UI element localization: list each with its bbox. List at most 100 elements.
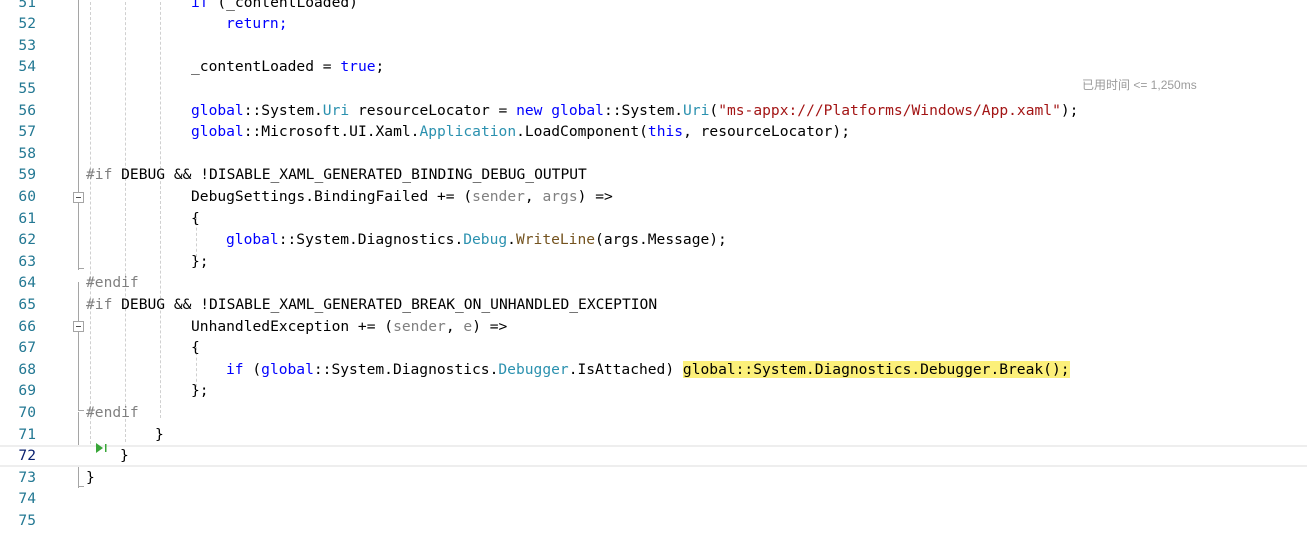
code-line: 69 }; <box>0 380 1307 402</box>
preprocessor-directive: #if <box>86 166 113 184</box>
run-to-cursor-icon[interactable] <box>94 442 110 454</box>
code-text: } <box>120 447 129 465</box>
code-line: 52 return; <box>0 13 1307 35</box>
method-token: WriteLine <box>515 231 596 249</box>
parameter-token: args <box>542 187 578 205</box>
line-number: 69 <box>18 382 36 400</box>
code-token: UnhandledException += ( <box>191 317 394 335</box>
line-number: 58 <box>18 144 36 162</box>
parameter-token: sender <box>472 187 525 205</box>
code-text: }; <box>191 382 209 400</box>
next-statement-highlight[interactable]: global::System.Diagnostics.Debugger.Brea… <box>682 360 1070 378</box>
keyword: true <box>340 58 376 76</box>
code-text: if (global::System.Diagnostics.Debugger.… <box>226 359 1070 381</box>
code-token: , <box>445 317 464 335</box>
line-number: 67 <box>18 339 36 357</box>
preprocessor-directive: #endif <box>86 274 139 292</box>
line-number: 51 <box>18 0 36 11</box>
line-number: 62 <box>18 231 36 249</box>
code-token: ::Microsoft.UI.Xaml. <box>243 123 420 141</box>
code-line: 57 global::Microsoft.UI.Xaml.Application… <box>0 121 1307 143</box>
line-number: 74 <box>18 490 36 508</box>
line-number: 53 <box>18 36 36 54</box>
code-line: 66 UnhandledException += (sender, e) => <box>0 316 1307 338</box>
code-token: DEBUG && !DISABLE_XAML_GENERATED_BREAK_O… <box>112 295 658 313</box>
keyword: if <box>226 360 244 378</box>
code-line: 53 <box>0 35 1307 57</box>
line-number: 73 <box>18 468 36 486</box>
code-text: global::Microsoft.UI.Xaml.Application.Lo… <box>191 121 850 143</box>
line-number: 59 <box>18 166 36 184</box>
keyword: global <box>191 123 244 141</box>
code-line: 60 DebugSettings.BindingFailed += (sende… <box>0 186 1307 208</box>
code-line: 58 <box>0 143 1307 165</box>
type-token: Application <box>419 123 517 141</box>
code-line: 63 }; <box>0 251 1307 273</box>
code-token: ) => <box>472 317 508 335</box>
code-token: resourceLocator = <box>349 101 517 119</box>
keyword: new <box>516 101 543 119</box>
keyword: global <box>191 101 244 119</box>
code-line: 68 if (global::System.Diagnostics.Debugg… <box>0 359 1307 381</box>
code-token: ::System.Diagnostics. <box>313 360 499 378</box>
code-token: ( <box>243 360 262 378</box>
line-number: 63 <box>18 252 36 270</box>
code-text: global::System.Uri resourceLocator = new… <box>191 100 1078 122</box>
code-line: 67 { <box>0 337 1307 359</box>
code-line: 51 if (_contentLoaded) <box>0 0 1307 13</box>
code-token: ) => <box>577 187 613 205</box>
line-number: 54 <box>18 58 36 76</box>
code-text: #if DEBUG && !DISABLE_XAML_GENERATED_BRE… <box>86 294 657 316</box>
code-text: if (_contentLoaded) <box>191 0 358 13</box>
keyword: this <box>647 123 684 141</box>
keyword: global <box>261 360 314 378</box>
code-line: 74 <box>0 488 1307 510</box>
line-number: 70 <box>18 403 36 421</box>
keyword: if <box>191 0 209 11</box>
line-number: 68 <box>18 360 36 378</box>
code-text: { <box>191 339 200 357</box>
code-line: 75 <box>0 510 1307 532</box>
line-number: 61 <box>18 209 36 227</box>
code-token: . <box>507 231 516 249</box>
keyword: global <box>551 101 604 119</box>
line-number: 71 <box>18 425 36 443</box>
code-line: 64 #endif <box>0 272 1307 294</box>
code-token: DebugSettings.BindingFailed += ( <box>191 187 473 205</box>
code-text: global::System.Diagnostics.Debug.WriteLi… <box>226 229 727 251</box>
line-number: 60 <box>18 187 36 205</box>
line-number: 57 <box>18 123 36 141</box>
code-token: DEBUG && !DISABLE_XAML_GENERATED_BINDING… <box>112 166 587 184</box>
line-number: 72 <box>18 447 36 465</box>
code-text: #if DEBUG && !DISABLE_XAML_GENERATED_BIN… <box>86 164 587 186</box>
code-token: ::System. <box>603 101 684 119</box>
code-token: _contentLoaded = <box>191 58 341 76</box>
code-text: }; <box>191 252 209 270</box>
code-text: DebugSettings.BindingFailed += (sender, … <box>191 186 613 208</box>
current-code-line: 72 } <box>0 445 1307 467</box>
line-number: 65 <box>18 295 36 313</box>
code-token: , resourceLocator); <box>683 123 850 141</box>
line-number: 52 <box>18 15 36 33</box>
code-text: return; <box>226 15 288 33</box>
code-text: UnhandledException += (sender, e) => <box>191 316 507 338</box>
code-line: 59 #if DEBUG && !DISABLE_XAML_GENERATED_… <box>0 164 1307 186</box>
code-text: _contentLoaded = true; <box>191 56 384 78</box>
code-line: 62 global::System.Diagnostics.Debug.Writ… <box>0 229 1307 251</box>
parameter-token: sender <box>393 317 446 335</box>
code-text: } <box>155 425 164 443</box>
type-token: Debugger <box>498 360 569 378</box>
code-token: (args.Message); <box>595 231 727 249</box>
code-line: 65 #if DEBUG && !DISABLE_XAML_GENERATED_… <box>0 294 1307 316</box>
code-line: 56 global::System.Uri resourceLocator = … <box>0 100 1307 122</box>
code-token: .IsAttached) <box>568 360 683 378</box>
line-number: 55 <box>18 79 36 97</box>
type-token: Uri <box>683 101 710 119</box>
string-literal: "ms-appx:///Platforms/Windows/App.xaml" <box>718 101 1061 119</box>
line-number: 64 <box>18 274 36 292</box>
code-line: 54 _contentLoaded = true; <box>0 56 1307 78</box>
type-token: Debug <box>463 231 508 249</box>
code-token: ; <box>375 58 385 76</box>
code-token: ( <box>709 101 719 119</box>
